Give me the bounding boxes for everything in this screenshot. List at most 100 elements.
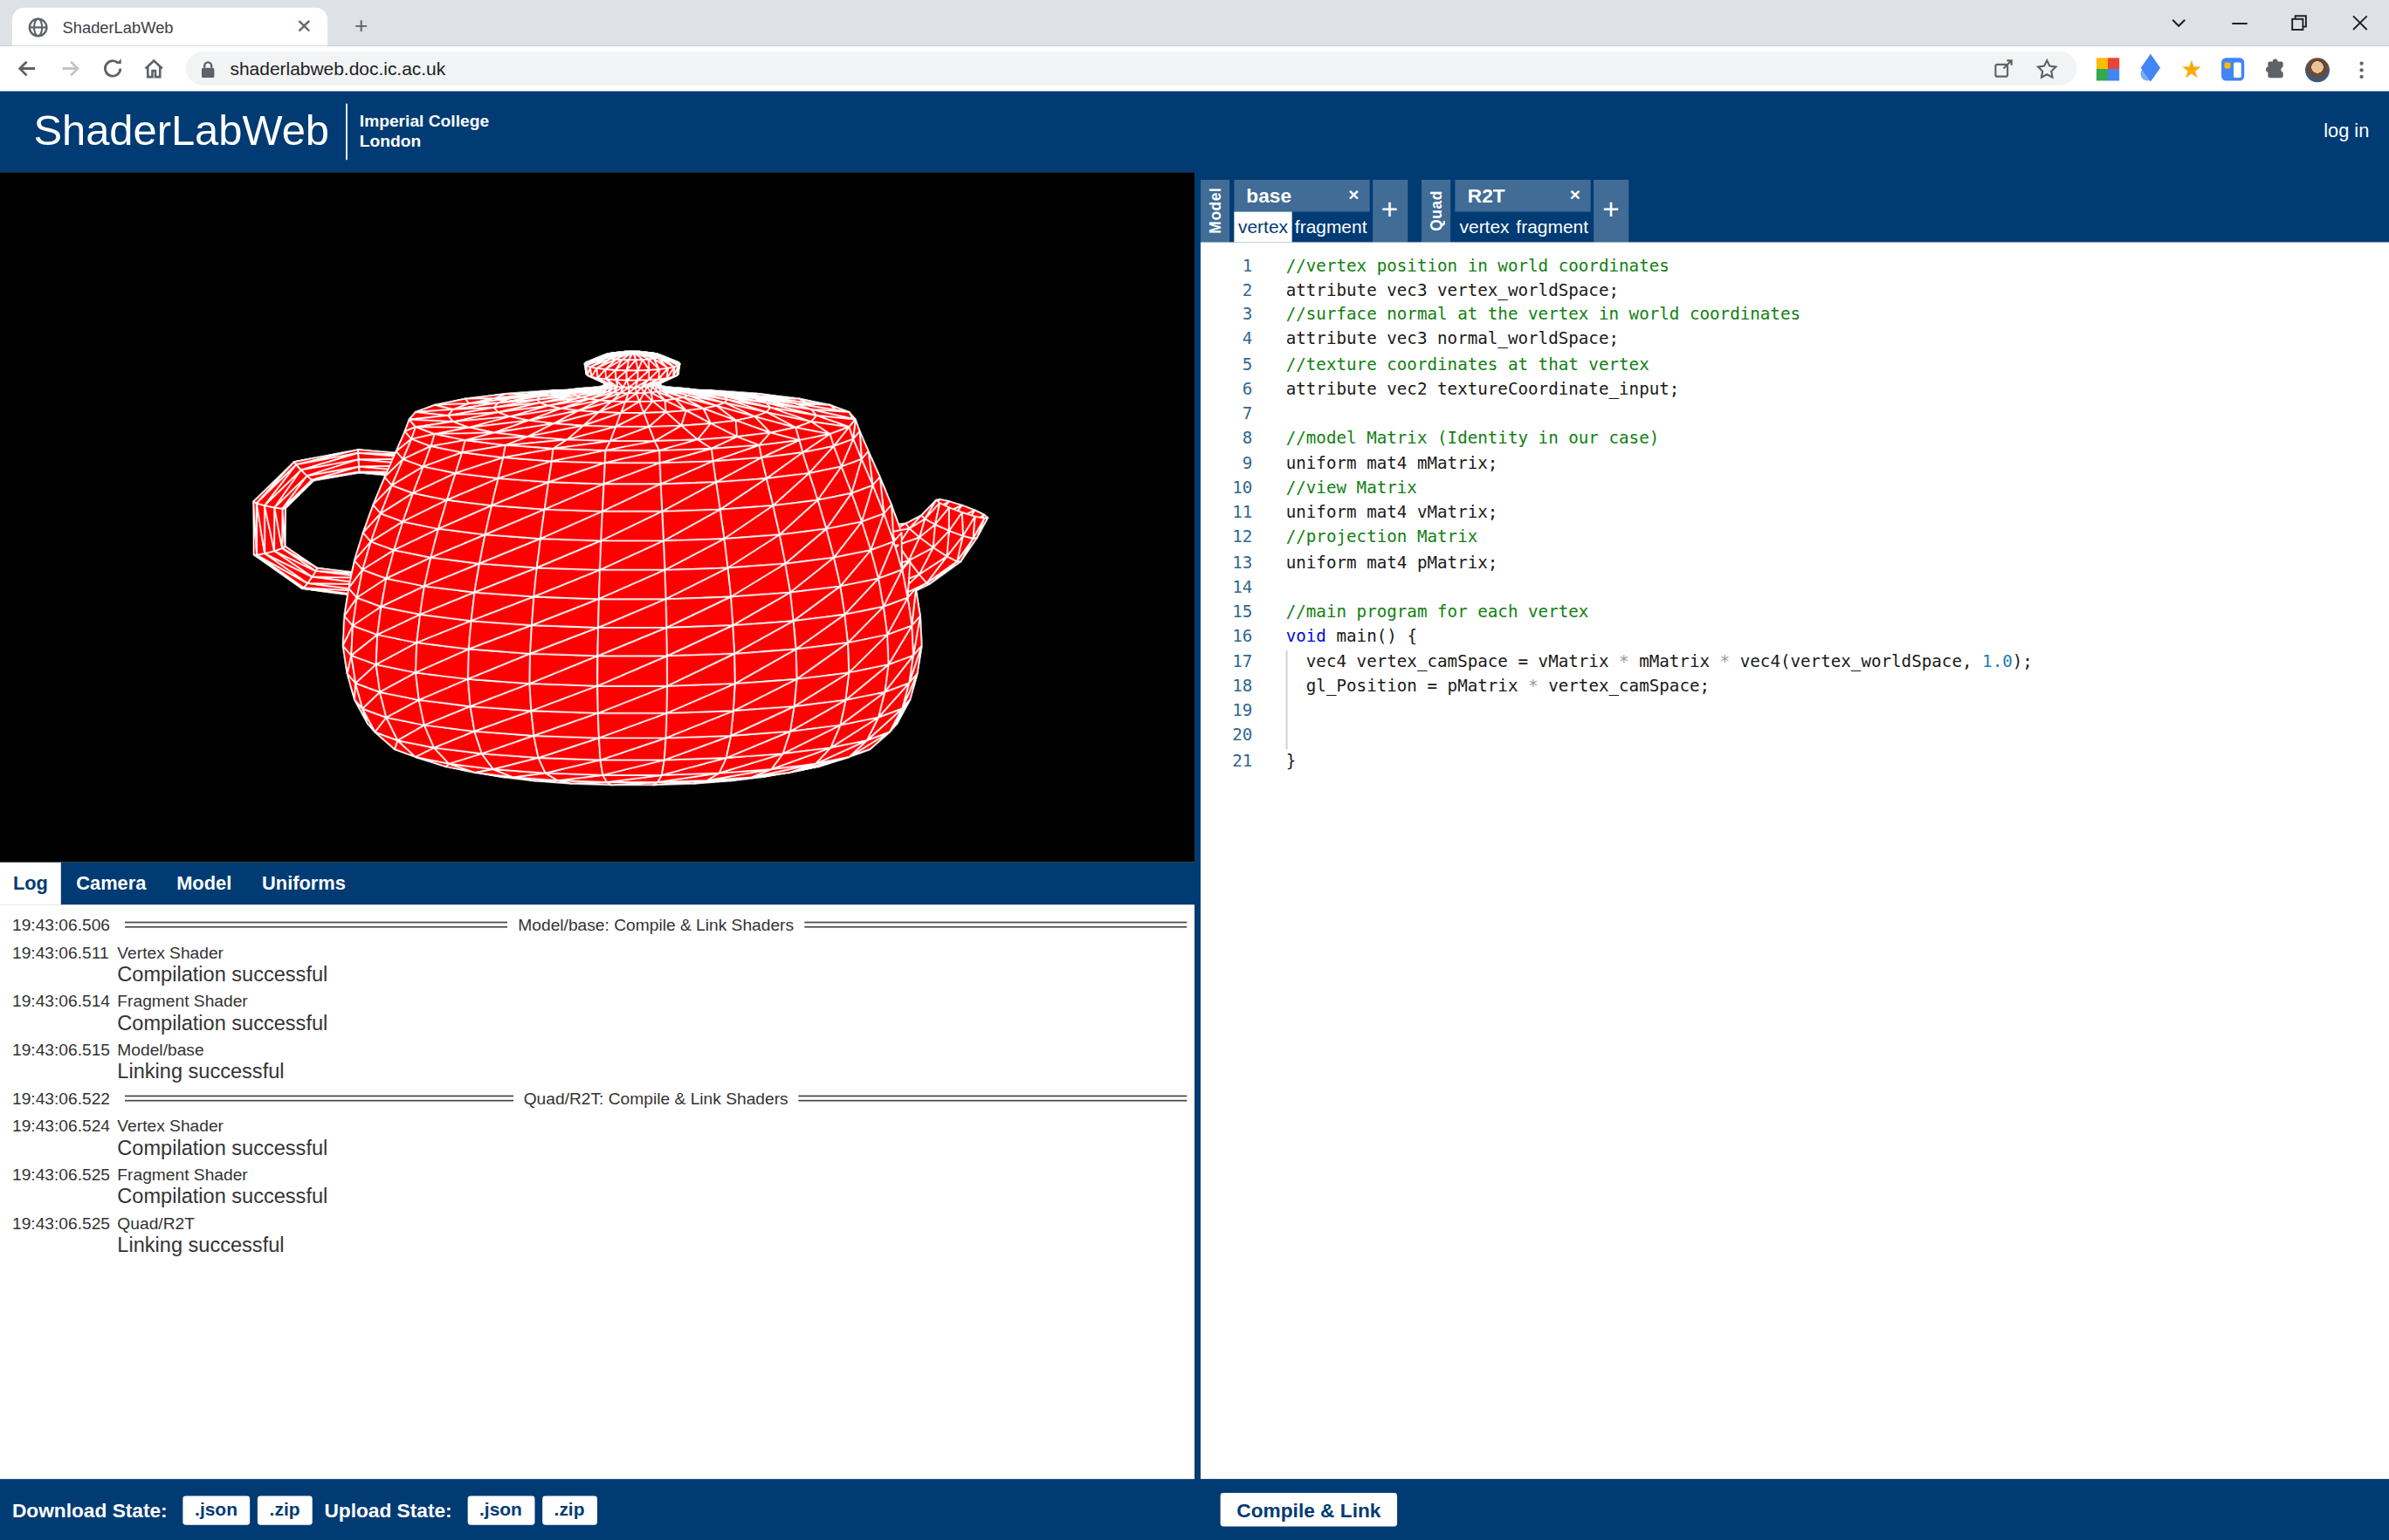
code-text: //projection Matrix xyxy=(1286,526,1478,550)
download-json-button[interactable]: .json xyxy=(182,1495,250,1524)
code-editor[interactable]: 1//vertex position in world coordinates2… xyxy=(1201,242,2389,1479)
upload-json-button[interactable]: .json xyxy=(467,1495,534,1524)
imperial-college-line2: London xyxy=(360,131,489,151)
code-line-10[interactable]: 10//view Matrix xyxy=(1201,477,2389,501)
code-line-17[interactable]: 17 vec4 vertex_camSpace = vMatrix * mMat… xyxy=(1201,650,2389,674)
forward-icon[interactable] xyxy=(58,57,82,81)
log-entry: 19:43:06.514Fragment ShaderCompilation s… xyxy=(12,992,1187,1036)
code-line-8[interactable]: 8//model Matrix (Identity in our case) xyxy=(1201,427,2389,451)
home-icon[interactable] xyxy=(141,57,166,81)
code-line-6[interactable]: 6attribute vec2 textureCoordinate_input; xyxy=(1201,377,2389,402)
subtab-base-fragment[interactable]: fragment xyxy=(1292,211,1370,243)
upload-state-label: Upload State: xyxy=(324,1498,451,1521)
reload-icon[interactable] xyxy=(100,57,125,81)
code-text: //surface normal at the vertex in world … xyxy=(1286,303,1800,327)
subtab-r2t-vertex[interactable]: vertex xyxy=(1456,211,1513,243)
new-tab-button[interactable]: + xyxy=(348,12,375,39)
download-zip-button[interactable]: .zip xyxy=(258,1495,313,1524)
lock-icon xyxy=(200,58,217,79)
code-line-3[interactable]: 3 //surface normal at the vertex in world… xyxy=(1201,303,2389,327)
code-line-11[interactable]: 11 uniform mat4 vMatrix; xyxy=(1201,501,2389,526)
window-restore-button[interactable] xyxy=(2269,0,2330,45)
log-tab-camera[interactable]: Camera xyxy=(61,863,162,905)
code-text: vec4 vertex_camSpace = vMatrix * mMatrix… xyxy=(1286,650,2033,674)
code-line-14[interactable]: 14 xyxy=(1201,575,2389,600)
line-number: 10 xyxy=(1201,477,1252,501)
extension-star-icon[interactable]: ★ xyxy=(2179,57,2205,83)
line-number: 11 xyxy=(1201,501,1252,526)
shader-group-tab-quad[interactable]: Quad xyxy=(1422,179,1451,242)
code-line-12[interactable]: 12//projection Matrix xyxy=(1201,526,2389,550)
browser-tab-strip: ShaderLabWeb ✕ + xyxy=(0,0,2389,45)
code-line-7[interactable]: 7 xyxy=(1201,402,2389,427)
code-line-4[interactable]: 4attribute vec3 normal_worldSpace; xyxy=(1201,328,2389,353)
line-number: 1 xyxy=(1201,254,1252,278)
site-title: ShaderLabWeb xyxy=(33,92,329,172)
share-icon[interactable] xyxy=(1993,58,2014,79)
line-number: 17 xyxy=(1201,650,1252,674)
line-number: 16 xyxy=(1201,625,1252,650)
code-line-18[interactable]: 18 gl_Position = pMatrix * vertex_camSpa… xyxy=(1201,675,2389,699)
code-line-21[interactable]: 21} xyxy=(1201,749,2389,773)
bottom-bar: Download State: .json .zip Upload State:… xyxy=(0,1479,2389,1540)
code-line-13[interactable]: 13uniform mat4 pMatrix; xyxy=(1201,551,2389,575)
code-text: //model Matrix (Identity in our case) xyxy=(1286,427,1660,451)
address-bar[interactable]: shaderlabweb.doc.ic.ac.uk xyxy=(186,52,2076,85)
code-text: //main program for each vertex xyxy=(1286,600,1589,624)
code-line-1[interactable]: 1//vertex position in world coordinates xyxy=(1201,254,2389,278)
page: ShaderLabWeb ✕ + shaderlabweb.doc.ic.ac.… xyxy=(0,0,2389,1540)
upload-zip-button[interactable]: .zip xyxy=(542,1495,597,1524)
favicon-globe-icon xyxy=(27,16,48,37)
add-program-tab-model[interactable]: + xyxy=(1372,179,1407,242)
code-text: } xyxy=(1286,749,1297,773)
webgl-canvas[interactable] xyxy=(0,172,1194,862)
subtab-r2t-fragment[interactable]: fragment xyxy=(1513,211,1591,243)
add-program-tab-quad[interactable]: + xyxy=(1594,179,1628,242)
code-line-5[interactable]: 5 //texture coordinates at that vertex xyxy=(1201,353,2389,377)
shader-group-tab-model[interactable]: Model xyxy=(1201,179,1229,242)
window-menu-chevron-icon[interactable] xyxy=(2148,0,2209,45)
line-number: 9 xyxy=(1201,451,1252,476)
subtab-base-vertex[interactable]: vertex xyxy=(1234,211,1291,243)
log-tab-model[interactable]: Model xyxy=(162,863,247,905)
close-tab-icon[interactable]: × xyxy=(1348,184,1359,205)
back-icon[interactable] xyxy=(15,57,39,81)
extension-scholar-icon[interactable] xyxy=(2138,57,2164,83)
log-tab-log[interactable]: Log xyxy=(0,863,61,905)
code-text: //texture coordinates at that vertex xyxy=(1286,353,1649,377)
code-text: uniform mat4 vMatrix; xyxy=(1286,501,1498,526)
code-line-9[interactable]: 9uniform mat4 mMatrix; xyxy=(1201,451,2389,476)
tab-close-icon[interactable]: ✕ xyxy=(296,17,313,37)
log-tab-uniforms[interactable]: Uniforms xyxy=(247,863,361,905)
line-number: 6 xyxy=(1201,377,1252,402)
close-tab-icon[interactable]: × xyxy=(1570,184,1580,205)
compile-link-button[interactable]: Compile & Link xyxy=(1221,1493,1397,1526)
code-line-15[interactable]: 15//main program for each vertex xyxy=(1201,600,2389,624)
log-entry: 19:43:06.525Quad/R2TLinking successful xyxy=(12,1214,1187,1259)
editor-tab-groups: Modelbase×vertexfragment+QuadR2T×vertexf… xyxy=(1201,172,2389,242)
program-tab-r2t[interactable]: R2T× xyxy=(1456,179,1591,211)
browser-tab[interactable]: ShaderLabWeb ✕ xyxy=(12,8,327,46)
line-number: 5 xyxy=(1201,353,1252,377)
code-text: uniform mat4 pMatrix; xyxy=(1286,551,1498,575)
line-number: 3 xyxy=(1201,303,1252,327)
site-header: ShaderLabWeb Imperial College London log… xyxy=(0,92,2389,172)
window-minimize-button[interactable] xyxy=(2209,0,2270,45)
code-line-20[interactable]: 20 xyxy=(1201,724,2389,748)
extension-puzzle-icon[interactable] xyxy=(2262,57,2289,83)
code-line-19[interactable]: 19 xyxy=(1201,699,2389,724)
log-separator: 19:43:06.506Model/base: Compile & Link S… xyxy=(12,916,1187,934)
extension-google-icon[interactable] xyxy=(2095,57,2121,83)
program-tab-base[interactable]: base× xyxy=(1234,179,1369,211)
browser-menu-icon[interactable] xyxy=(2348,57,2374,83)
code-line-2[interactable]: 2attribute vec3 vertex_worldSpace; xyxy=(1201,278,2389,303)
code-text: attribute vec3 vertex_worldSpace; xyxy=(1286,278,1619,303)
line-number: 14 xyxy=(1201,575,1252,600)
avatar[interactable] xyxy=(2303,57,2330,83)
log-tab-bar: LogCameraModelUniforms xyxy=(0,863,1194,905)
code-line-16[interactable]: 16void main() { xyxy=(1201,625,2389,650)
extension-app-icon[interactable] xyxy=(2220,57,2246,83)
bookmark-star-icon[interactable] xyxy=(2035,57,2058,79)
login-link[interactable]: log in xyxy=(2324,92,2369,172)
window-close-button[interactable] xyxy=(2330,0,2389,45)
